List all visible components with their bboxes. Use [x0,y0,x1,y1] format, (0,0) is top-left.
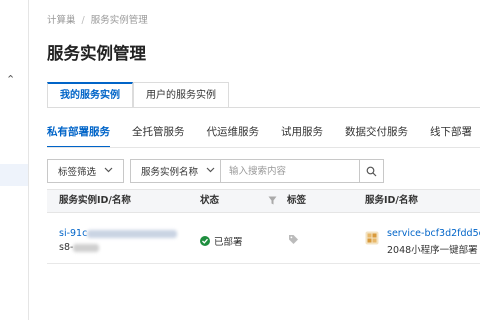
search-field-select[interactable]: 服务实例名称 [130,159,220,183]
search-input[interactable] [220,159,360,183]
tag-filter-label: 标签筛选 [58,167,97,178]
page-title: 服务实例管理 [47,44,146,63]
filter-icon[interactable] [268,196,277,205]
service-image-icon [365,231,379,245]
table-header: 服务实例ID/名称 状态 标签 服务ID/名称 [47,189,480,213]
column-header-tags: 标签 [287,195,307,206]
sidebar: ⌃ [0,0,29,320]
tab-bar: 我的服务实例 用户的服务实例 [47,82,229,108]
table-row: si-91c s8- 已部署 service-bcf3d2fdd5e1 2048… [47,214,480,264]
check-circle-icon [200,236,210,246]
breadcrumb-current: 服务实例管理 [90,15,148,26]
chevron-down-icon [104,166,113,176]
chevron-up-icon[interactable]: ⌃ [6,73,15,86]
breadcrumb-root[interactable]: 计算巢 [47,15,76,26]
breadcrumb: 计算巢 / 服务实例管理 [47,12,148,26]
tag-filter-dropdown[interactable]: 标签筛选 [47,159,124,183]
tab-user-instances[interactable]: 用户的服务实例 [133,82,229,108]
subtab-private-deploy[interactable]: 私有部署服务 [47,120,110,148]
subtab-data-delivery[interactable]: 数据交付服务 [345,120,408,148]
column-header-instance: 服务实例ID/名称 [59,195,131,206]
chevron-down-icon [206,166,215,176]
subtab-fully-managed[interactable]: 全托管服务 [132,120,185,148]
redacted-instance-name [73,243,100,252]
subtab-offline-deploy[interactable]: 线下部署 [430,120,472,148]
subtab-managed-ops[interactable]: 代运维服务 [207,120,260,148]
status-badge: 已部署 [200,234,243,248]
instance-id-link[interactable]: si-91c [59,228,178,239]
column-header-status: 状态 [200,195,220,206]
search-icon [366,166,377,176]
search-field-value: 服务实例名称 [141,167,199,178]
instance-id-prefix: si-91c [59,228,88,239]
main-content: 计算巢 / 服务实例管理 服务实例管理 我的服务实例 用户的服务实例 私有部署服务 … [29,0,480,320]
column-header-service: 服务ID/名称 [365,195,418,206]
service-name: 2048小程序一键部署 [387,245,478,256]
subtab-bar: 私有部署服务 全托管服务 代运维服务 试用服务 数据交付服务 线下部署 [47,120,480,148]
tab-divider [47,107,480,108]
search-button[interactable] [360,159,384,183]
service-id-link[interactable]: service-bcf3d2fdd5e1 [387,228,480,239]
breadcrumb-separator: / [81,15,85,26]
instance-name: s8- [59,242,100,253]
tab-my-instances[interactable]: 我的服务实例 [47,82,133,108]
redacted-instance-id [87,229,178,238]
sidebar-active-item[interactable] [0,164,28,186]
filter-bar: 标签筛选 服务实例名称 [47,159,384,183]
instance-name-prefix: s8- [59,242,74,253]
status-text: 已部署 [214,237,243,248]
subtab-trial[interactable]: 试用服务 [281,120,323,148]
tag-icon[interactable] [288,234,299,245]
subtab-divider [47,147,480,148]
